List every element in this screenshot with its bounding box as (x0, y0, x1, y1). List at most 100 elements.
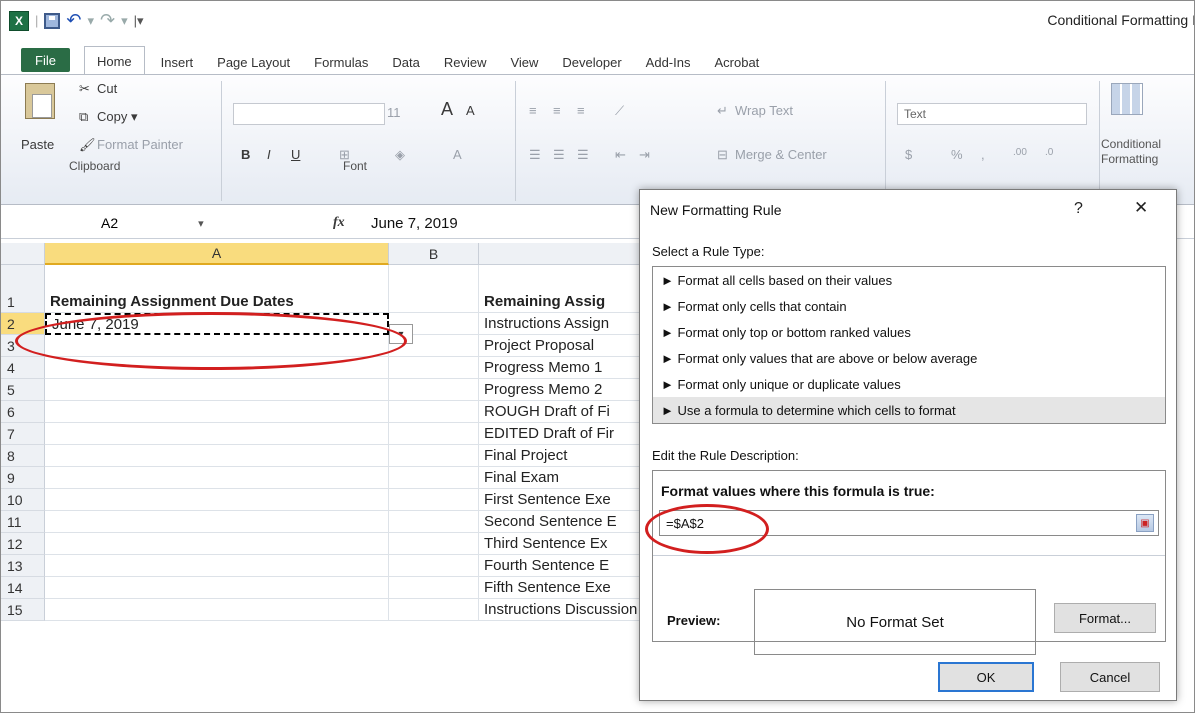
row-header[interactable]: 3 (1, 335, 45, 357)
currency-button[interactable]: $ (905, 147, 912, 162)
close-icon[interactable]: ✕ (1134, 198, 1148, 218)
copy-button[interactable]: Copy ▾ (97, 109, 138, 125)
save-icon[interactable] (44, 12, 61, 29)
cell-a[interactable]: Remaining Assignment Due Dates (45, 265, 389, 313)
cell-dropdown-icon[interactable]: ▾ (389, 324, 413, 344)
increase-decimal-button[interactable]: .00 (1013, 147, 1027, 158)
cell-c[interactable]: Third Sentence Ex (479, 533, 641, 555)
cell-a[interactable] (45, 335, 389, 357)
underline-button[interactable]: U (291, 147, 300, 162)
collapse-dialog-icon[interactable]: ▣ (1136, 514, 1154, 532)
cell-c[interactable]: Second Sentence E (479, 511, 641, 533)
cell-c[interactable]: Instructions Assign (479, 313, 641, 335)
row-header[interactable]: 8 (1, 445, 45, 467)
row-header[interactable]: 12 (1, 533, 45, 555)
number-format-combo[interactable]: Text (897, 103, 1087, 125)
percent-button[interactable]: % (951, 147, 963, 162)
cell-a[interactable] (45, 577, 389, 599)
cell-c[interactable]: Fourth Sentence E (479, 555, 641, 577)
rule-type-item[interactable]: ► Format all cells based on their values (653, 267, 1165, 293)
decrease-decimal-button[interactable]: .0 (1045, 147, 1053, 158)
cell-a[interactable] (45, 445, 389, 467)
cell-a[interactable] (45, 401, 389, 423)
align-center-icon[interactable]: ☰ (553, 147, 565, 163)
comma-button[interactable]: , (981, 147, 985, 162)
cell-a[interactable] (45, 599, 389, 621)
increase-indent-icon[interactable]: ⇥ (639, 147, 650, 163)
name-box-dropdown-icon[interactable]: ▾ (198, 217, 204, 230)
row-header[interactable]: 6 (1, 401, 45, 423)
row-header[interactable]: 1 (1, 265, 45, 313)
font-name-combo[interactable] (233, 103, 385, 125)
align-bottom-icon[interactable]: ≡ (577, 103, 585, 118)
align-top-icon[interactable]: ≡ (529, 103, 537, 118)
column-header-a[interactable]: A (45, 243, 389, 265)
help-button[interactable]: ? (1074, 200, 1083, 218)
rule-type-item[interactable]: ► Format only cells that contain (653, 293, 1165, 319)
merge-icon[interactable]: ⊟ (717, 147, 728, 163)
cell-a[interactable] (45, 533, 389, 555)
cell-a[interactable] (45, 511, 389, 533)
rule-type-item[interactable]: ► Format only unique or duplicate values (653, 371, 1165, 397)
tab-developer[interactable]: Developer (550, 49, 633, 75)
select-all-corner[interactable] (1, 243, 45, 265)
ok-button[interactable]: OK (938, 662, 1034, 692)
cell-c[interactable]: Fifth Sentence Exe (479, 577, 641, 599)
cell-a[interactable] (45, 379, 389, 401)
rule-formula-input[interactable]: =$A$2 ▣ (659, 510, 1159, 536)
cell-c[interactable]: ROUGH Draft of Fi (479, 401, 641, 423)
cell-b[interactable] (389, 379, 479, 401)
align-middle-icon[interactable]: ≡ (553, 103, 561, 118)
cut-button[interactable]: Cut (97, 81, 117, 96)
paste-button[interactable]: Paste (21, 137, 54, 152)
cell-c[interactable]: Final Project (479, 445, 641, 467)
customize-icon[interactable]: |▾ (134, 13, 144, 29)
cell-b[interactable] (389, 533, 479, 555)
name-box[interactable]: A2 ▾ (1, 211, 231, 235)
tab-add-ins[interactable]: Add-Ins (634, 49, 703, 75)
cell-c[interactable]: Remaining Assig (479, 265, 641, 313)
font-size-value[interactable]: 11 (387, 105, 401, 120)
tab-page-layout[interactable]: Page Layout (205, 49, 302, 75)
row-header[interactable]: 7 (1, 423, 45, 445)
fill-color-icon[interactable]: ◈ (395, 147, 405, 163)
wrap-text-button[interactable]: Wrap Text (735, 103, 793, 118)
row-header[interactable]: 15 (1, 599, 45, 621)
column-header-c[interactable] (479, 243, 641, 265)
rule-type-item[interactable]: ► Format only top or bottom ranked value… (653, 319, 1165, 345)
conditional-formatting-icon[interactable] (1111, 83, 1143, 115)
row-header[interactable]: 9 (1, 467, 45, 489)
grow-font-icon[interactable]: A (441, 99, 453, 120)
cell-a[interactable] (45, 357, 389, 379)
cell-c[interactable]: Instructions Discussion (479, 599, 641, 621)
tab-file[interactable]: File (21, 48, 70, 72)
format-button[interactable]: Format... (1054, 603, 1156, 633)
row-header[interactable]: 4 (1, 357, 45, 379)
cell-b[interactable] (389, 467, 479, 489)
undo-icon[interactable]: ↶ (66, 10, 81, 31)
column-header-b[interactable]: B (389, 243, 479, 265)
cell-b[interactable] (389, 445, 479, 467)
copy-icon[interactable]: ⧉ (79, 109, 88, 125)
redo-dropdown-icon[interactable]: ▾ (121, 13, 128, 29)
orientation-icon[interactable]: ⟋ (615, 103, 624, 119)
cell-c[interactable]: First Sentence Exe (479, 489, 641, 511)
row-header[interactable]: 11 (1, 511, 45, 533)
row-header[interactable]: 10 (1, 489, 45, 511)
cell-b[interactable] (389, 401, 479, 423)
cell-b[interactable] (389, 489, 479, 511)
cell-a[interactable] (45, 555, 389, 577)
font-color-icon[interactable]: A (453, 147, 462, 162)
tab-view[interactable]: View (498, 49, 550, 75)
align-left-icon[interactable]: ☰ (529, 147, 541, 163)
fx-icon[interactable]: fx (333, 215, 345, 231)
tab-insert[interactable]: Insert (149, 49, 206, 75)
redo-icon[interactable]: ↷ (100, 10, 115, 31)
row-header[interactable]: 14 (1, 577, 45, 599)
cell-c[interactable]: Progress Memo 1 (479, 357, 641, 379)
cell-c[interactable]: EDITED Draft of Fir (479, 423, 641, 445)
cell-a[interactable] (45, 423, 389, 445)
rule-type-item[interactable]: ► Format only values that are above or b… (653, 345, 1165, 371)
format-painter-button[interactable]: Format Painter (97, 137, 183, 152)
merge-center-button[interactable]: Merge & Center (735, 147, 827, 162)
